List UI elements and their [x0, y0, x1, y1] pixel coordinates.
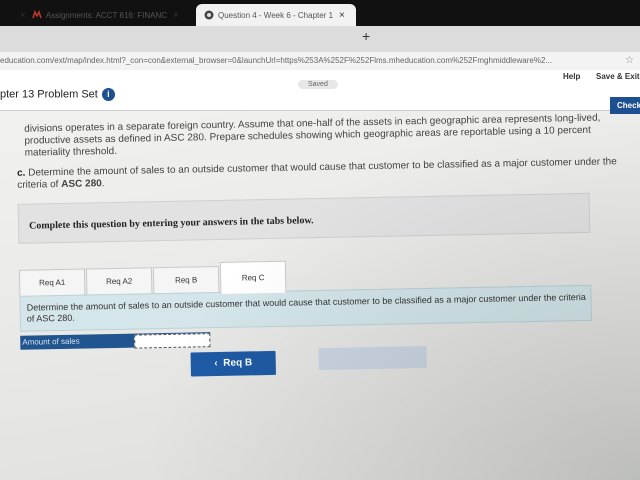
instruction-panel: Complete this question by entering your …	[17, 192, 591, 244]
browser-tab-question[interactable]: Question 4 - Week 6 - Chapter 1 ×	[196, 4, 356, 26]
info-icon[interactable]: i	[101, 88, 115, 101]
problem-paragraph: divisions operates in a separate foreign…	[24, 112, 601, 159]
new-tab-button[interactable]: +	[362, 28, 370, 44]
amount-label: Amount of sales	[22, 336, 80, 347]
prev-button-label: Req B	[223, 357, 253, 369]
tab-req-a2[interactable]: Req A2	[85, 267, 153, 295]
prev-req-b-button[interactable]: ‹ Req B	[190, 350, 276, 377]
browser-tab-label: Question 4 - Week 6 - Chapter 1	[218, 10, 334, 20]
browser-tab-label: Assignments: ACCT 616: FINANC	[45, 10, 168, 20]
part-c-end: .	[101, 178, 105, 190]
part-c-text: Determine the amount of sales to an outs…	[17, 156, 617, 191]
page-title: pter 13 Problem Set i	[0, 88, 115, 101]
help-link[interactable]: Help	[563, 72, 580, 81]
page-title-text: pter 13 Problem Set	[0, 88, 98, 101]
globe-icon	[204, 10, 214, 20]
next-button[interactable]	[318, 346, 427, 371]
bookmark-star-icon[interactable]: ☆	[625, 55, 634, 66]
browser-tab-assignments[interactable]: × Assignments: ACCT 616: FINANC ×	[14, 4, 194, 26]
amount-row: Amount of sales	[20, 332, 211, 350]
amount-of-sales-input[interactable]	[134, 333, 211, 349]
question-content: divisions operates in a separate foreign…	[8, 106, 635, 480]
browser-tabstrip	[0, 26, 640, 52]
instruction-text: Complete this question by entering your …	[28, 215, 314, 232]
part-c-prompt: c. Determine the amount of sales to an o…	[17, 156, 627, 192]
tab-req-a1[interactable]: Req A1	[18, 268, 86, 296]
close-icon[interactable]: ×	[20, 10, 26, 21]
part-c-label: c.	[16, 167, 26, 179]
save-exit-link[interactable]: Save & Exit	[596, 72, 640, 81]
saved-badge: Saved	[298, 80, 338, 89]
question-text: Determine the amount of sales to an outs…	[26, 291, 586, 324]
part-c-bold: ASC 280	[61, 178, 102, 190]
screen: × Assignments: ACCT 616: FINANC × Questi…	[0, 0, 640, 480]
url-text[interactable]: education.com/ext/map/index.html?_con=co…	[0, 56, 552, 65]
chevron-left-icon: ‹	[214, 358, 218, 370]
close-icon[interactable]: ×	[173, 10, 179, 21]
mcgraw-hill-icon	[32, 10, 42, 19]
close-icon[interactable]: ×	[339, 10, 345, 21]
tab-req-c[interactable]: Req C	[219, 260, 287, 294]
tab-req-b[interactable]: Req B	[152, 265, 220, 294]
